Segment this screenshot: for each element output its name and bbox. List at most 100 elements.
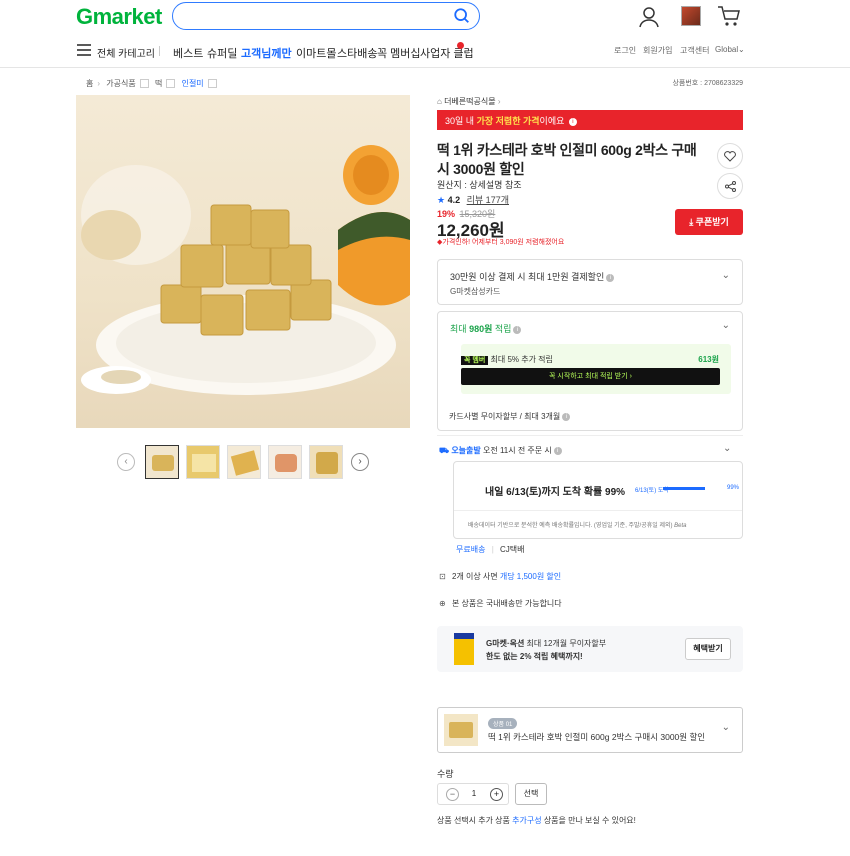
info-icon[interactable]: i bbox=[562, 412, 571, 421]
quantity-label: 수량 bbox=[437, 769, 454, 779]
product-number: 상품번호 : 2708623329 bbox=[672, 80, 743, 87]
card-promo-box: G마켓·옥션 최대 12개월 무이자할부 한도 없는 2% 적립 혜택까지! 혜… bbox=[437, 626, 743, 672]
option-select[interactable]: 상품 01 떡 1위 카스테라 호박 인절미 600g 2박스 구매시 3000… bbox=[437, 707, 743, 753]
truck-icon: ⛟ bbox=[439, 446, 450, 455]
thumbnail-5[interactable] bbox=[309, 445, 343, 479]
origin-info: 원산지 : 상세설명 참조 bbox=[437, 180, 522, 190]
arrival-forecast: 내일 6/13(토)까지 도착 확률 99% bbox=[485, 487, 626, 498]
member-amount: 613원 bbox=[698, 355, 719, 364]
seller-link[interactable]: ⌂ 더베른떡공식몰 › bbox=[437, 96, 501, 107]
points-suffix: 적립 bbox=[492, 324, 512, 334]
breadcrumb-dropdown-icon[interactable] bbox=[207, 79, 217, 89]
arrival-bar-percent: 99% bbox=[727, 485, 740, 491]
coupon-button[interactable]: ⤓ 쿠폰받기 bbox=[675, 209, 743, 235]
info-icon[interactable]: i bbox=[568, 117, 577, 126]
thumbnail-1[interactable] bbox=[145, 445, 179, 479]
option-name: 떡 1위 카스테라 호박 인절미 600g 2박스 구매시 3000원 할인 bbox=[488, 732, 706, 742]
search-icon[interactable] bbox=[453, 7, 471, 25]
quantity-value[interactable]: 1 bbox=[468, 789, 480, 798]
nav-item-business-club[interactable]: 사업자 클럽 bbox=[420, 45, 474, 61]
card-promo-title-rest: 최대 12개월 무이자할부 bbox=[524, 639, 607, 648]
bundle-link[interactable]: 개당 1,500원 할인 bbox=[500, 572, 561, 581]
breadcrumb-dropdown-icon[interactable] bbox=[139, 79, 149, 89]
seller-name: 더베른떡공식몰 bbox=[444, 97, 496, 106]
info-icon[interactable]: i bbox=[553, 446, 562, 455]
gmarket-logo[interactable]: Gmarket bbox=[76, 4, 162, 30]
nav-divider bbox=[159, 46, 160, 56]
info-icon[interactable]: i bbox=[606, 273, 615, 282]
rating-row: ★ 4.2 리뷰 177개 bbox=[437, 193, 509, 206]
share-button[interactable] bbox=[717, 173, 743, 199]
addon-link[interactable]: 추가구성 bbox=[512, 816, 541, 825]
nav-item-star-delivery[interactable]: 스타배송 bbox=[337, 45, 377, 61]
nav-item-best[interactable]: 베스트 bbox=[173, 45, 203, 61]
customer-center-link[interactable]: 고객센터 bbox=[680, 45, 709, 56]
all-categories-link[interactable]: 전체 카테고리 bbox=[97, 45, 155, 60]
thumbnail-2[interactable] bbox=[186, 445, 220, 479]
chevron-right-icon: › bbox=[497, 97, 501, 106]
chevron-down-icon[interactable]: ⌄ bbox=[722, 270, 730, 281]
star-icon: ★ bbox=[437, 195, 446, 205]
card-name: G마켓삼성카드 bbox=[450, 287, 501, 296]
quantity-stepper: − 1 + bbox=[437, 783, 509, 805]
thumbnail-4[interactable] bbox=[268, 445, 302, 479]
login-link[interactable]: 로그인 bbox=[614, 45, 636, 56]
wishlist-button[interactable] bbox=[717, 143, 743, 169]
member-row: 꼭 멤버 최대 5% 추가 적립 bbox=[461, 354, 553, 365]
arrival-probability-fill bbox=[663, 487, 705, 490]
card-discount-text: 30만원 이상 결제 시 최대 1만원 결제할인 bbox=[450, 272, 605, 282]
gallery-next-button[interactable]: › bbox=[351, 453, 369, 471]
breadcrumb-processed-food[interactable]: 가공식품 bbox=[106, 79, 135, 88]
addon-note: 상품 선택시 추가 상품 추가구성 상품을 만나 보실 수 있어요! bbox=[437, 815, 636, 826]
card-promo-title: G마켓·옥션 최대 12개월 무이자할부 bbox=[486, 638, 606, 649]
user-icon[interactable] bbox=[638, 6, 660, 28]
nav-item-membership[interactable]: 꼭 멤버십 bbox=[377, 45, 421, 61]
card-benefit-button[interactable]: 혜택받기 bbox=[685, 638, 731, 660]
today-text: 오전 11시 전 주문 시 bbox=[483, 446, 552, 455]
breadcrumb-home[interactable]: 홈 bbox=[86, 79, 93, 88]
lowest-price-banner: 30일 내 가장 저렴한 가격이에요 i bbox=[437, 110, 743, 130]
banner-highlight: 가장 저렴한 가격 bbox=[476, 116, 540, 126]
home-icon: ⌂ bbox=[437, 97, 442, 106]
shipping-row: 무료배송 | CJ택배 bbox=[456, 544, 525, 555]
recent-product-thumbnail[interactable] bbox=[681, 6, 701, 26]
beta-label: Beta bbox=[674, 523, 687, 529]
logo-text: market bbox=[92, 4, 163, 29]
thumbnail-3[interactable] bbox=[227, 445, 261, 479]
card-discount-box[interactable]: 30만원 이상 결제 시 최대 1만원 결제할인 i G마켓삼성카드 ⌄ bbox=[437, 259, 743, 305]
hamburger-icon[interactable] bbox=[77, 44, 91, 56]
bundle-prefix: 2개 이상 사면 bbox=[451, 572, 500, 581]
membership-start-button[interactable]: 꼭 시작하고 최대 적립 받기 › bbox=[461, 368, 720, 385]
review-link[interactable]: 리뷰 177개 bbox=[467, 195, 509, 205]
gallery-prev-button[interactable]: ‹ bbox=[117, 453, 135, 471]
product-main-image[interactable] bbox=[76, 95, 410, 428]
forecast-disclaimer: 배송데이터 기반으로 분석한 예측 배송확률입니다. (영업일 기준, 주말/공… bbox=[468, 520, 687, 529]
chevron-down-icon: ⌄ bbox=[721, 722, 730, 733]
breadcrumb-dropdown-icon[interactable] bbox=[166, 79, 176, 89]
addon-note-suffix: 상품을 만나 보실 수 있어요! bbox=[541, 816, 636, 825]
points-prefix: 최대 bbox=[450, 324, 470, 334]
divider bbox=[454, 510, 742, 511]
breadcrumb-ricecake[interactable]: 떡 bbox=[155, 79, 162, 88]
plus-button[interactable]: + bbox=[490, 788, 503, 801]
coupon-label: 쿠폰받기 bbox=[695, 217, 729, 227]
nav-item-for-you[interactable]: 고객님께만 bbox=[241, 45, 292, 61]
chevron-down-icon[interactable]: ⌄ bbox=[722, 320, 730, 331]
global-dropdown[interactable]: Global bbox=[715, 45, 738, 54]
rating-value: 4.2 bbox=[447, 195, 461, 205]
divider bbox=[437, 435, 743, 436]
breadcrumb-injeolmi[interactable]: 인절미 bbox=[182, 79, 204, 88]
minus-button[interactable]: − bbox=[446, 788, 459, 801]
nav-item-superdeal[interactable]: 슈퍼딜 bbox=[207, 45, 237, 61]
signup-link[interactable]: 회원가입 bbox=[643, 45, 672, 56]
search-input[interactable] bbox=[172, 2, 480, 30]
info-icon[interactable]: i bbox=[513, 325, 522, 334]
select-button[interactable]: 선택 bbox=[515, 783, 547, 805]
cart-icon[interactable] bbox=[717, 4, 741, 28]
domestic-only-row: ⊕ 본 상품은 국내배송만 가능합니다 bbox=[439, 598, 562, 609]
today-label: 오늘출발 bbox=[451, 446, 481, 455]
card-promo-sub: 한도 없는 2% 적립 혜택까지! bbox=[486, 652, 583, 661]
chevron-down-icon[interactable]: ⌄ bbox=[723, 443, 731, 454]
arrival-probability-bar bbox=[663, 487, 705, 490]
nav-item-emart[interactable]: 이마트몰 bbox=[296, 45, 336, 61]
